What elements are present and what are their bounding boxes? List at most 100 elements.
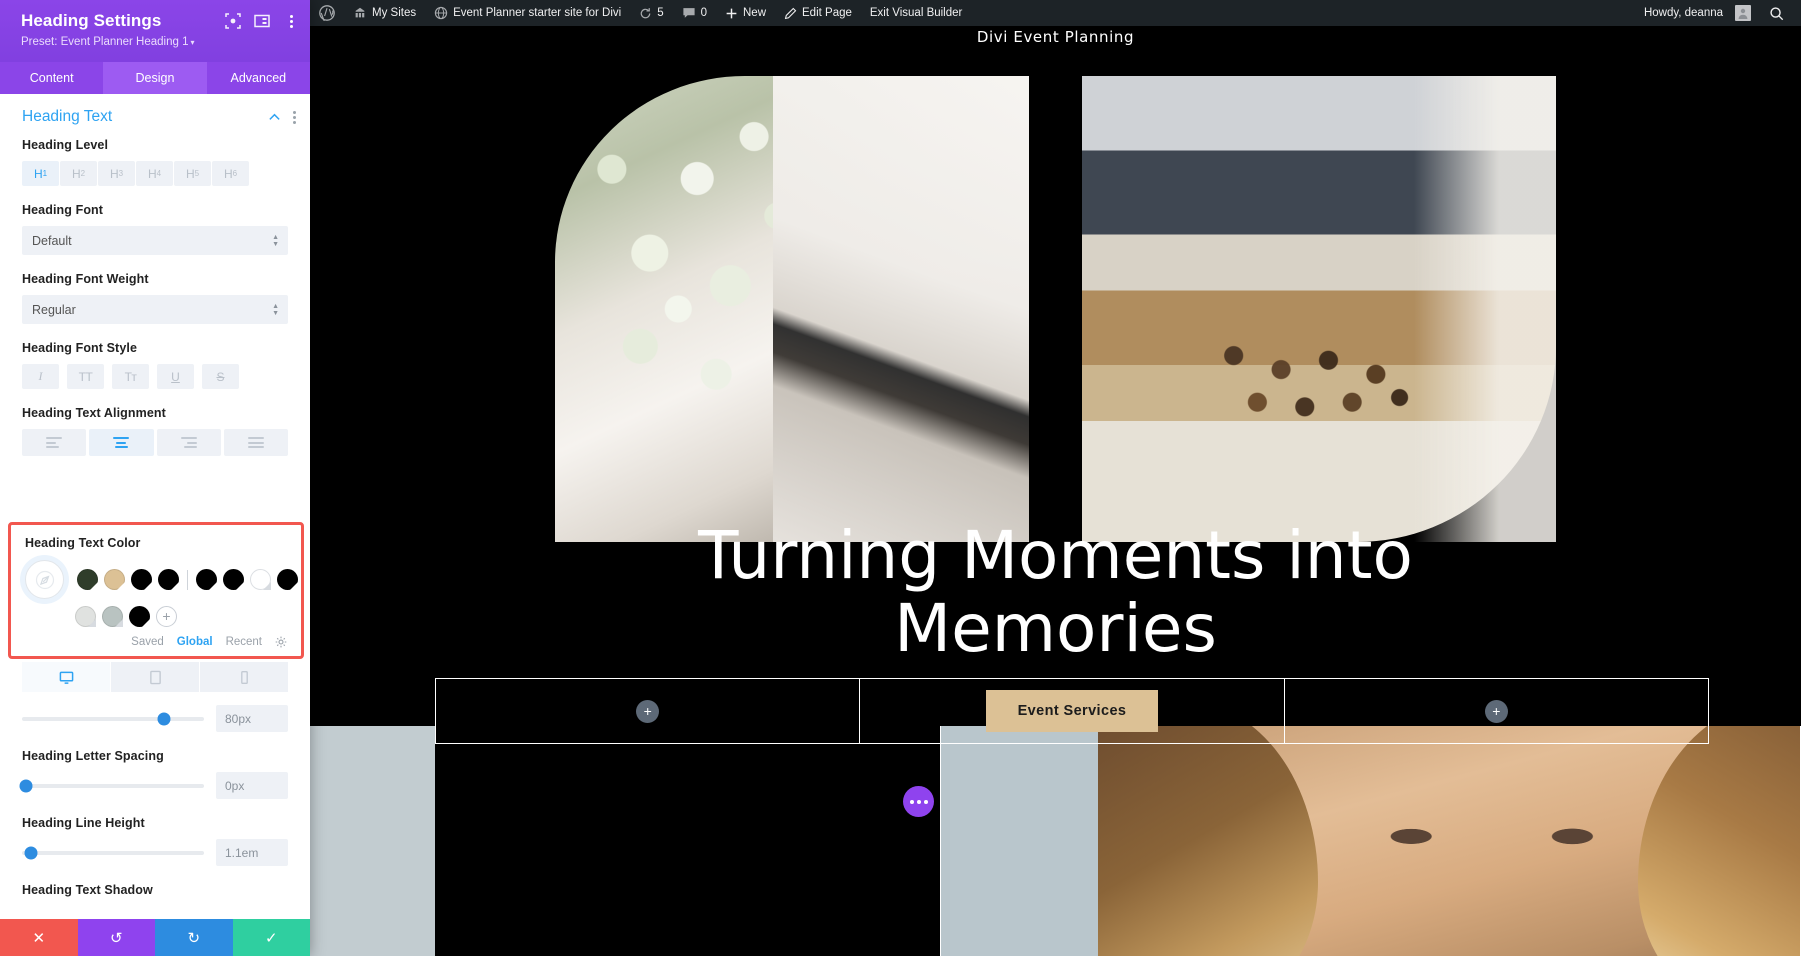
- save-changes-button[interactable]: ✓: [232, 919, 310, 956]
- color-swatch[interactable]: [104, 569, 125, 590]
- align-center-button[interactable]: [89, 429, 154, 456]
- edit-page-link[interactable]: Edit Page: [775, 0, 861, 26]
- updates-menu[interactable]: 5: [630, 0, 672, 26]
- heading-text-size-input[interactable]: 80px: [216, 705, 288, 732]
- font-style-small-caps[interactable]: Tᴛ: [112, 364, 149, 389]
- field-heading-text-shadow: Heading Text Shadow: [0, 883, 310, 897]
- comments-menu[interactable]: 0: [673, 0, 716, 26]
- heading-level-h1[interactable]: H1: [22, 161, 59, 186]
- exit-visual-builder-link[interactable]: Exit Visual Builder: [861, 0, 971, 26]
- color-swatch[interactable]: [102, 606, 123, 627]
- device-tab-tablet[interactable]: [111, 662, 200, 692]
- heading-level-h3[interactable]: H3: [98, 161, 135, 186]
- chevron-up-icon[interactable]: [268, 111, 281, 124]
- heading-letter-spacing-slider-row: 0px: [19, 772, 288, 799]
- discard-changes-button[interactable]: ✕: [0, 919, 78, 956]
- heading-letter-spacing-input[interactable]: 0px: [216, 772, 288, 799]
- panel-header-icons: [225, 13, 299, 29]
- slider-knob[interactable]: [157, 712, 171, 725]
- screen: Heading Settings Preset: Event Planner H…: [0, 0, 1801, 956]
- device-tab-desktop[interactable]: [22, 662, 111, 692]
- palette-tab-recent[interactable]: Recent: [226, 636, 262, 648]
- event-services-button[interactable]: Event Services: [985, 690, 1159, 732]
- align-right-button[interactable]: [156, 429, 221, 456]
- kebab-menu-icon[interactable]: [293, 110, 296, 124]
- panel-preset-selector[interactable]: Preset: Event Planner Heading 1 ▾: [21, 36, 296, 48]
- select-arrows-icon: ▲ ▼: [272, 302, 279, 317]
- eyedropper-icon[interactable]: [25, 560, 64, 599]
- my-sites-label: My Sites: [372, 7, 417, 19]
- add-module-button-right[interactable]: +: [1484, 699, 1508, 723]
- heading-line-height-slider[interactable]: [22, 846, 204, 859]
- focus-icon[interactable]: [225, 13, 241, 29]
- tab-content[interactable]: Content: [0, 62, 104, 94]
- more-options-icon[interactable]: [903, 786, 934, 817]
- new-content-menu[interactable]: New: [716, 0, 775, 26]
- color-swatch[interactable]: [75, 606, 96, 627]
- color-swatch[interactable]: [131, 569, 152, 590]
- field-heading-text-alignment: Heading Text Alignment: [0, 406, 310, 456]
- redo-button[interactable]: ↻: [155, 919, 233, 956]
- site-name-menu[interactable]: Event Planner starter site for Divi: [425, 0, 630, 26]
- color-swatch[interactable]: [250, 569, 271, 590]
- kebab-menu-icon[interactable]: [283, 13, 299, 29]
- tab-design[interactable]: Design: [103, 62, 207, 94]
- network-icon: [355, 7, 365, 18]
- align-justify-button[interactable]: [223, 429, 288, 456]
- add-color-button[interactable]: +: [156, 606, 177, 627]
- heading-text-color-label: Heading Text Color: [25, 536, 141, 550]
- device-tab-phone[interactable]: [200, 662, 288, 692]
- slider-knob[interactable]: [19, 779, 33, 792]
- palette-tab-global[interactable]: Global: [177, 636, 213, 648]
- heading-font-weight-select[interactable]: Regular ▲ ▼: [22, 295, 288, 324]
- heading-font-select[interactable]: Default ▲ ▼: [22, 226, 288, 255]
- update-icon: [640, 7, 651, 18]
- color-swatch[interactable]: [196, 569, 217, 590]
- color-swatch[interactable]: [223, 569, 244, 590]
- color-swatch[interactable]: [277, 569, 298, 590]
- heading-text-alignment-options: [22, 429, 288, 456]
- font-style-italic[interactable]: I: [22, 364, 59, 389]
- howdy-label: Howdy, deanna: [1643, 7, 1723, 19]
- search-icon[interactable]: [1760, 0, 1793, 26]
- font-style-underline[interactable]: U: [157, 364, 194, 389]
- heading-level-options: H1 H2 H3 H4 H5 H6: [22, 161, 288, 186]
- font-style-uppercase[interactable]: TT: [67, 364, 104, 389]
- wordpress-logo-icon[interactable]: [310, 0, 344, 26]
- gear-icon[interactable]: [275, 636, 287, 648]
- layout-toggle-icon[interactable]: [254, 13, 270, 29]
- heading-text-size-slider[interactable]: [22, 712, 204, 725]
- heading-level-h4[interactable]: H4: [136, 161, 173, 186]
- color-swatch[interactable]: [129, 606, 150, 627]
- hero-heading[interactable]: Turning Moments into Memories: [310, 519, 1801, 665]
- field-heading-font-style: Heading Font Style I TT Tᴛ U S: [0, 341, 310, 389]
- my-sites-menu[interactable]: My Sites: [344, 0, 425, 26]
- slider-knob[interactable]: [24, 846, 38, 859]
- color-palette-tabs: Saved Global Recent: [25, 636, 287, 648]
- palette-tab-saved[interactable]: Saved: [131, 636, 164, 648]
- panel-tabs: Content Design Advanced: [0, 62, 310, 94]
- field-heading-level: Heading Level H1 H2 H3 H4 H5 H6: [0, 138, 310, 186]
- undo-button[interactable]: ↺: [77, 919, 155, 956]
- device-tabs: [22, 662, 288, 692]
- tab-advanced[interactable]: Advanced: [206, 62, 310, 94]
- add-module-button-left[interactable]: +: [636, 699, 660, 723]
- align-left-icon: [46, 437, 63, 448]
- pencil-icon: [784, 7, 797, 19]
- account-menu[interactable]: Howdy, deanna: [1635, 0, 1760, 26]
- heading-level-h5[interactable]: H5: [174, 161, 211, 186]
- heading-line-height-input[interactable]: 1.1em: [216, 839, 288, 866]
- heading-font-style-label: Heading Font Style: [22, 341, 138, 355]
- color-swatch[interactable]: [158, 569, 179, 590]
- heading-level-h2[interactable]: H2: [60, 161, 97, 186]
- avatar: [1735, 5, 1751, 21]
- color-swatch-row-1: [25, 560, 298, 599]
- font-style-strikethrough[interactable]: S: [202, 364, 239, 389]
- heading-letter-spacing-slider[interactable]: [19, 779, 204, 792]
- panel-body: Heading Text Heading Level H1 H2 H3 H4 H…: [0, 94, 310, 956]
- bride-bouquet-image: [555, 76, 1029, 542]
- color-swatch[interactable]: [77, 569, 98, 590]
- align-left-button[interactable]: [22, 429, 87, 456]
- field-heading-text-color: Heading Text Color + Saved Global Recent: [8, 522, 304, 659]
- heading-level-h6[interactable]: H6: [212, 161, 249, 186]
